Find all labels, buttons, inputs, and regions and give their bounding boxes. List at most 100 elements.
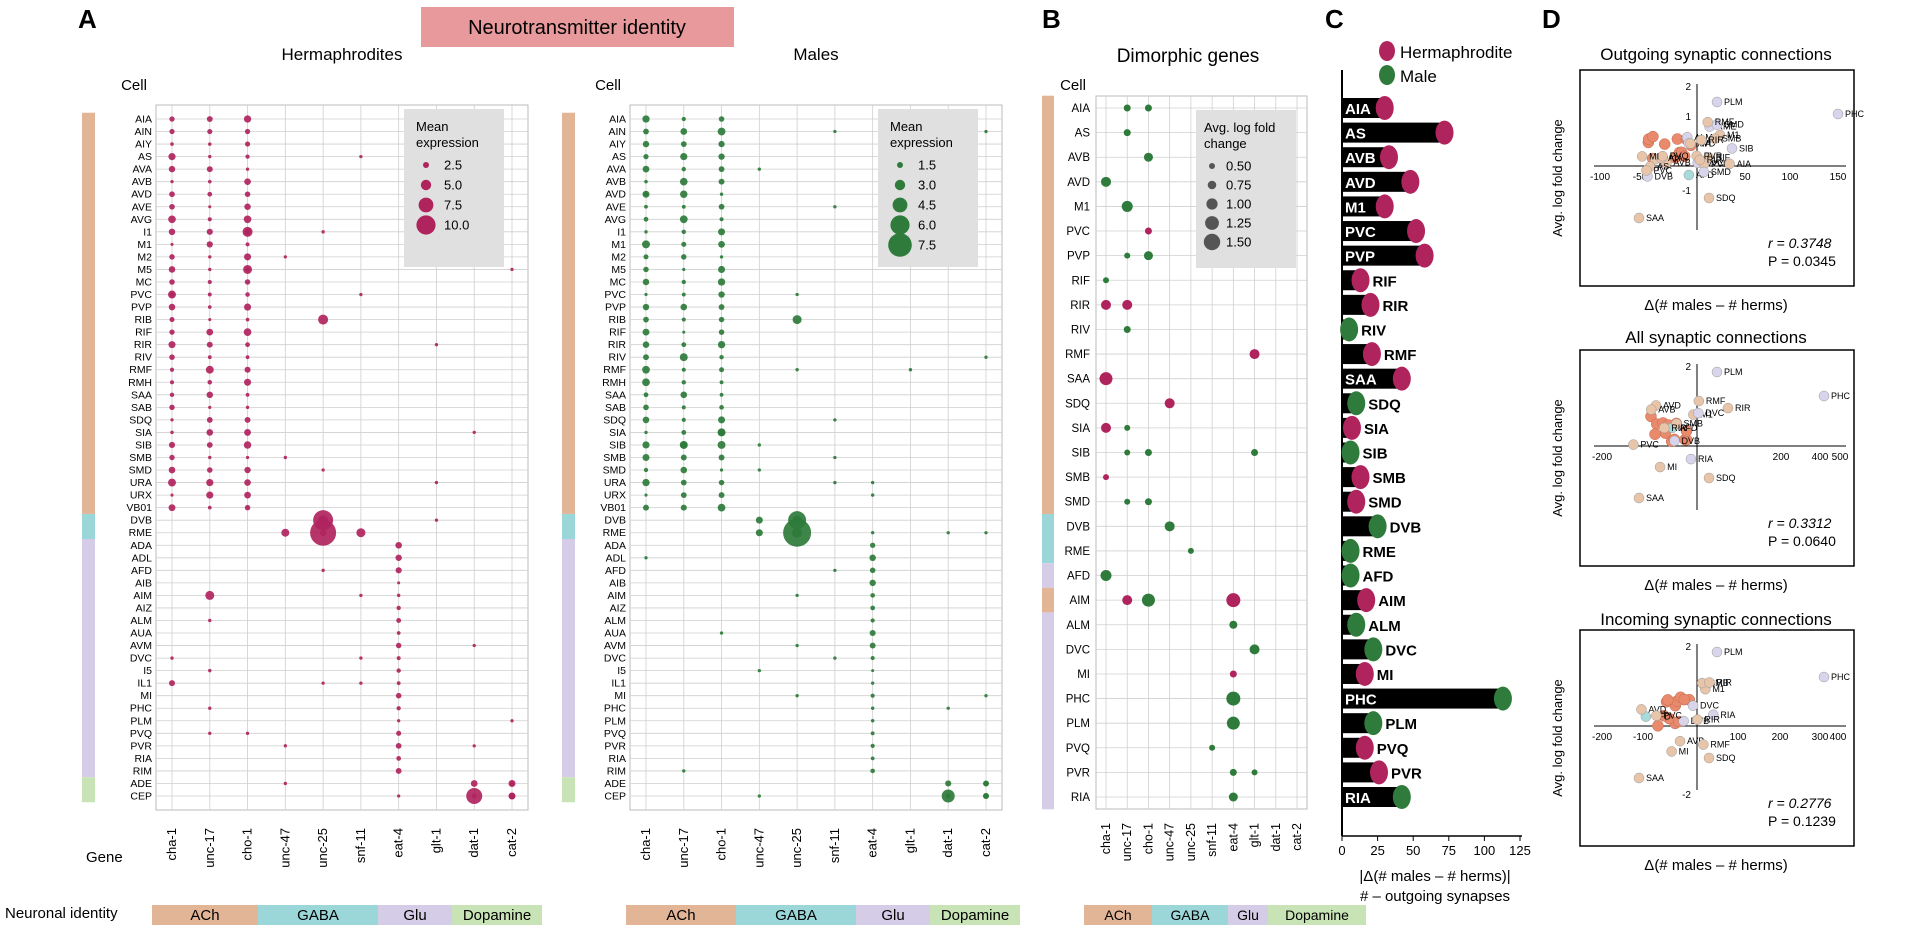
expression-dot [397, 719, 401, 723]
identity-segment-label: GABA [1171, 907, 1211, 923]
cell-tick-label: DVC [1066, 644, 1090, 656]
d-point-label: SAA [1646, 773, 1664, 783]
d-point-label: RIR [1708, 135, 1724, 145]
cell-tick-label: RIM [607, 765, 626, 777]
cell-tick-label: SIA [609, 427, 626, 439]
legend-dot [894, 179, 906, 191]
cell-tick-label: VB01 [600, 502, 626, 514]
expression-dot [983, 793, 989, 799]
cell-tick-label: AVM [604, 640, 626, 652]
cell-tick-label: SAA [605, 389, 626, 401]
expression-dot [168, 153, 176, 161]
fold-change-dot [1122, 595, 1133, 606]
expression-dot [207, 355, 212, 360]
c-bar-label: ALM [1368, 618, 1401, 635]
cell-tick-label: RIR [608, 339, 627, 351]
cell-tick-label: AVA [607, 164, 626, 176]
c-bar-label: PVQ [1377, 741, 1409, 758]
cell-tick-label: RIB [608, 314, 626, 326]
expression-dot [396, 730, 402, 736]
cell-tick-label: RIV [134, 352, 152, 364]
gene-tick-label: unc-47 [751, 828, 766, 868]
expression-dot [644, 292, 648, 297]
fold-change-dot [1144, 227, 1152, 235]
expression-dot [717, 428, 726, 437]
expression-dot [869, 554, 876, 562]
d-tick-label: -100 [1633, 732, 1653, 743]
expression-dot [245, 141, 251, 147]
expression-dot [642, 303, 650, 311]
expression-dot [680, 152, 688, 161]
c-bar-label: AVD [1345, 175, 1376, 192]
d-tick-label: 400 [1812, 452, 1829, 463]
c-bar-cap [1341, 440, 1360, 465]
fold-change-dot [1101, 299, 1111, 310]
cell-tick-label: CEP [130, 791, 152, 803]
cell-tick-label: M1 [137, 239, 152, 251]
d-labeled-point [1654, 461, 1666, 473]
d-point-label: SIB [1739, 143, 1754, 153]
c-bar-cap [1368, 514, 1387, 539]
c-bar-label: PVR [1391, 765, 1422, 782]
d-point [1649, 428, 1661, 440]
legend-value: 7.5 [918, 238, 936, 253]
legend-title: expression [890, 135, 953, 150]
expression-dot [941, 789, 955, 803]
identity-strip [1042, 587, 1054, 613]
expression-dot [207, 467, 213, 473]
expression-dot [681, 229, 686, 235]
c-bar-cap [1392, 366, 1411, 391]
cell-tick-label: AVG [605, 214, 626, 226]
cell-tick-label: SDQ [603, 414, 626, 426]
expression-dot [245, 405, 250, 410]
legend-value: 7.5 [444, 198, 462, 213]
expression-dot [718, 153, 725, 160]
expression-dot [719, 367, 725, 373]
expression-dot [681, 317, 686, 322]
cell-tick-label: PVQ [1066, 743, 1090, 755]
gene-tick-label: cho-1 [240, 828, 255, 861]
expression-dot [169, 254, 175, 260]
cell-tick-label: SMD [603, 465, 627, 477]
d-tick-label: 200 [1773, 452, 1790, 463]
d-point-label: MI [1649, 151, 1659, 161]
cell-tick-label: ADE [130, 778, 152, 790]
d-tick-label: 150 [1830, 172, 1847, 183]
c-bar-cap [1364, 711, 1383, 736]
cell-tick-label: AVB [606, 176, 626, 188]
expression-dot [359, 292, 363, 297]
d-labeled-point [1704, 677, 1715, 688]
expression-dot [643, 504, 649, 511]
d-point-label: RMF [1710, 740, 1730, 750]
expression-dot [245, 167, 250, 171]
legend-title: expression [416, 135, 479, 150]
d-tick-label: 300 [1812, 732, 1829, 743]
identity-strip [562, 538, 575, 778]
cell-tick-label: PVP [1067, 251, 1090, 263]
expression-dot [679, 440, 688, 449]
identity-segment-label: Dopamine [1285, 907, 1349, 923]
expression-dot [169, 380, 175, 385]
expression-dot [205, 590, 215, 600]
d-subpanel: Outgoing synaptic connections-100 -50 50 10… [1550, 45, 1865, 314]
expression-dot [470, 780, 478, 787]
expression-dot [510, 719, 514, 723]
d-labeled-point [1651, 710, 1662, 721]
expression-dot [870, 743, 875, 748]
expression-dot [283, 744, 287, 748]
legend-value: 1.25 [1226, 216, 1251, 231]
cell-tick-label: AVD [605, 189, 626, 201]
legend-dot [888, 233, 912, 257]
d-labeled-point [1636, 704, 1647, 715]
expression-dot [170, 418, 174, 422]
expression-dot [719, 217, 724, 222]
cell-tick-label: URX [604, 490, 626, 502]
expression-dot [680, 128, 688, 135]
expression-dot [870, 681, 875, 685]
expression-dot [310, 519, 337, 546]
fold-change-dot [1229, 670, 1237, 678]
cell-tick-label: RME [129, 527, 152, 539]
expression-dot [644, 430, 648, 435]
expression-dot [681, 166, 686, 172]
expression-dot [168, 504, 176, 512]
